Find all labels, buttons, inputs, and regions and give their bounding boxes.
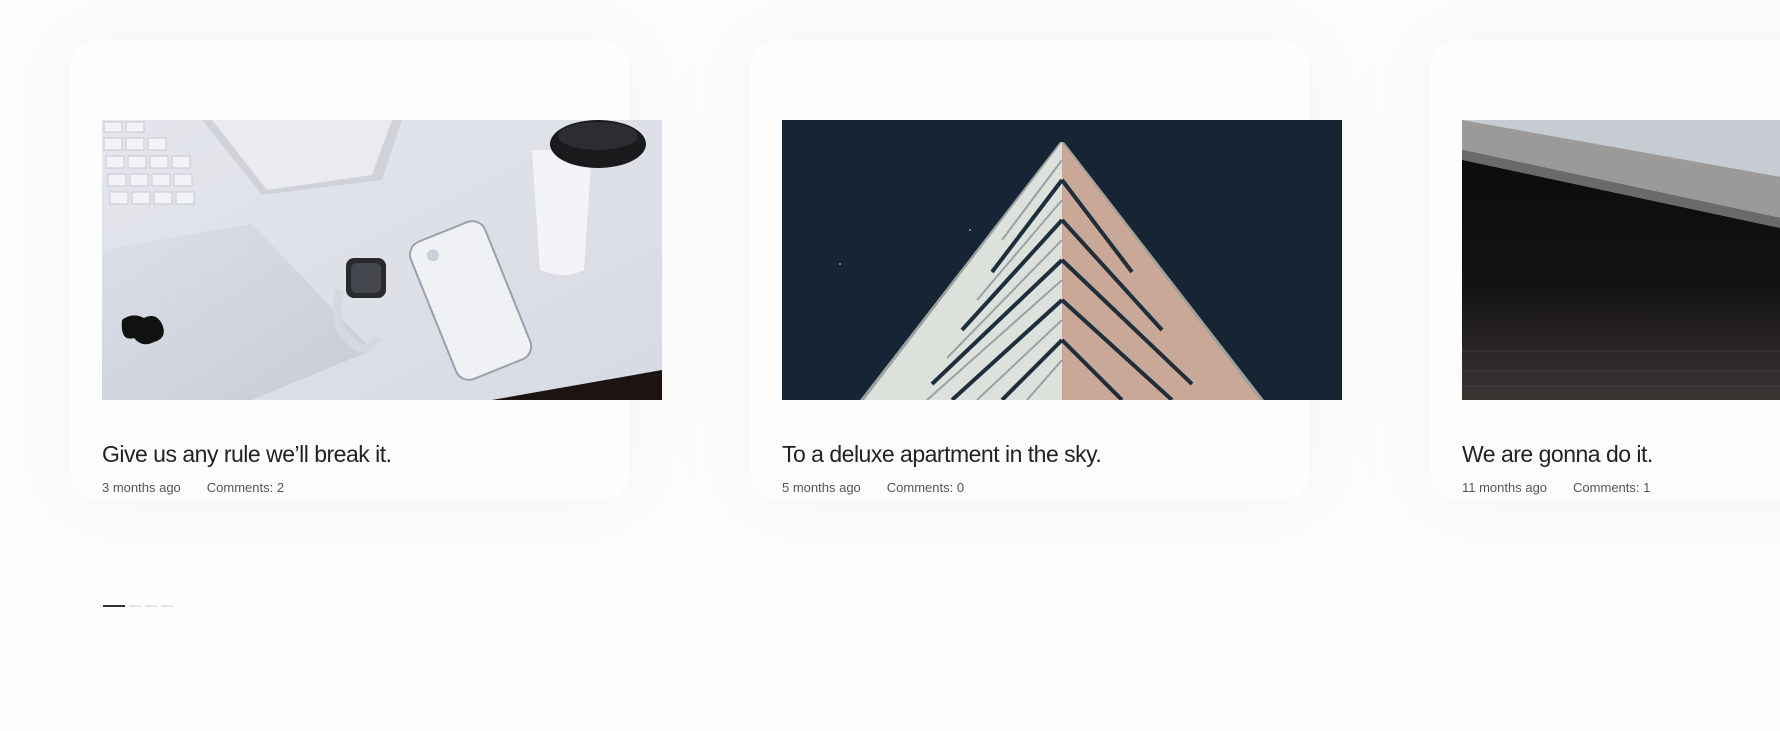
carousel-pagination [103, 605, 173, 607]
post-title[interactable]: Give us any rule we’ll break it. [102, 440, 662, 468]
blog-card[interactable]: Give us any rule we’ll break it. 3 month… [102, 120, 662, 495]
desk-devices-photo-icon [102, 120, 662, 400]
post-image-link[interactable] [1462, 120, 1780, 400]
post-meta: 5 months ago Comments: 0 [782, 480, 1342, 495]
post-title[interactable]: We are gonna do it. [1462, 440, 1780, 468]
blog-card[interactable]: To a deluxe apartment in the sky. 5 mont… [782, 120, 1342, 495]
post-date: 5 months ago [782, 480, 861, 495]
post-comments[interactable]: Comments: 0 [887, 480, 964, 495]
blog-carousel: Give us any rule we’ll break it. 3 month… [0, 0, 1780, 731]
skyscraper-photo-icon [782, 120, 1342, 400]
post-meta: 3 months ago Comments: 2 [102, 480, 662, 495]
pagination-dot-1[interactable] [103, 605, 125, 607]
post-image-link[interactable] [102, 120, 662, 400]
post-date: 3 months ago [102, 480, 181, 495]
post-image-link[interactable] [782, 120, 1342, 400]
pagination-dot-4[interactable] [161, 605, 173, 607]
post-title[interactable]: To a deluxe apartment in the sky. [782, 440, 1342, 468]
post-date: 11 months ago [1462, 480, 1548, 495]
blog-card[interactable]: We are gonna do it. 11 months ago Commen… [1462, 120, 1780, 495]
post-comments[interactable]: Comments: 2 [207, 480, 284, 495]
post-comments[interactable]: Comments: 1 [1573, 480, 1650, 495]
pagination-dot-3[interactable] [145, 605, 157, 607]
post-meta: 11 months ago Comments: 1 [1462, 480, 1780, 495]
dark-desk-photo-icon [1462, 120, 1780, 400]
pagination-dot-2[interactable] [129, 605, 141, 607]
